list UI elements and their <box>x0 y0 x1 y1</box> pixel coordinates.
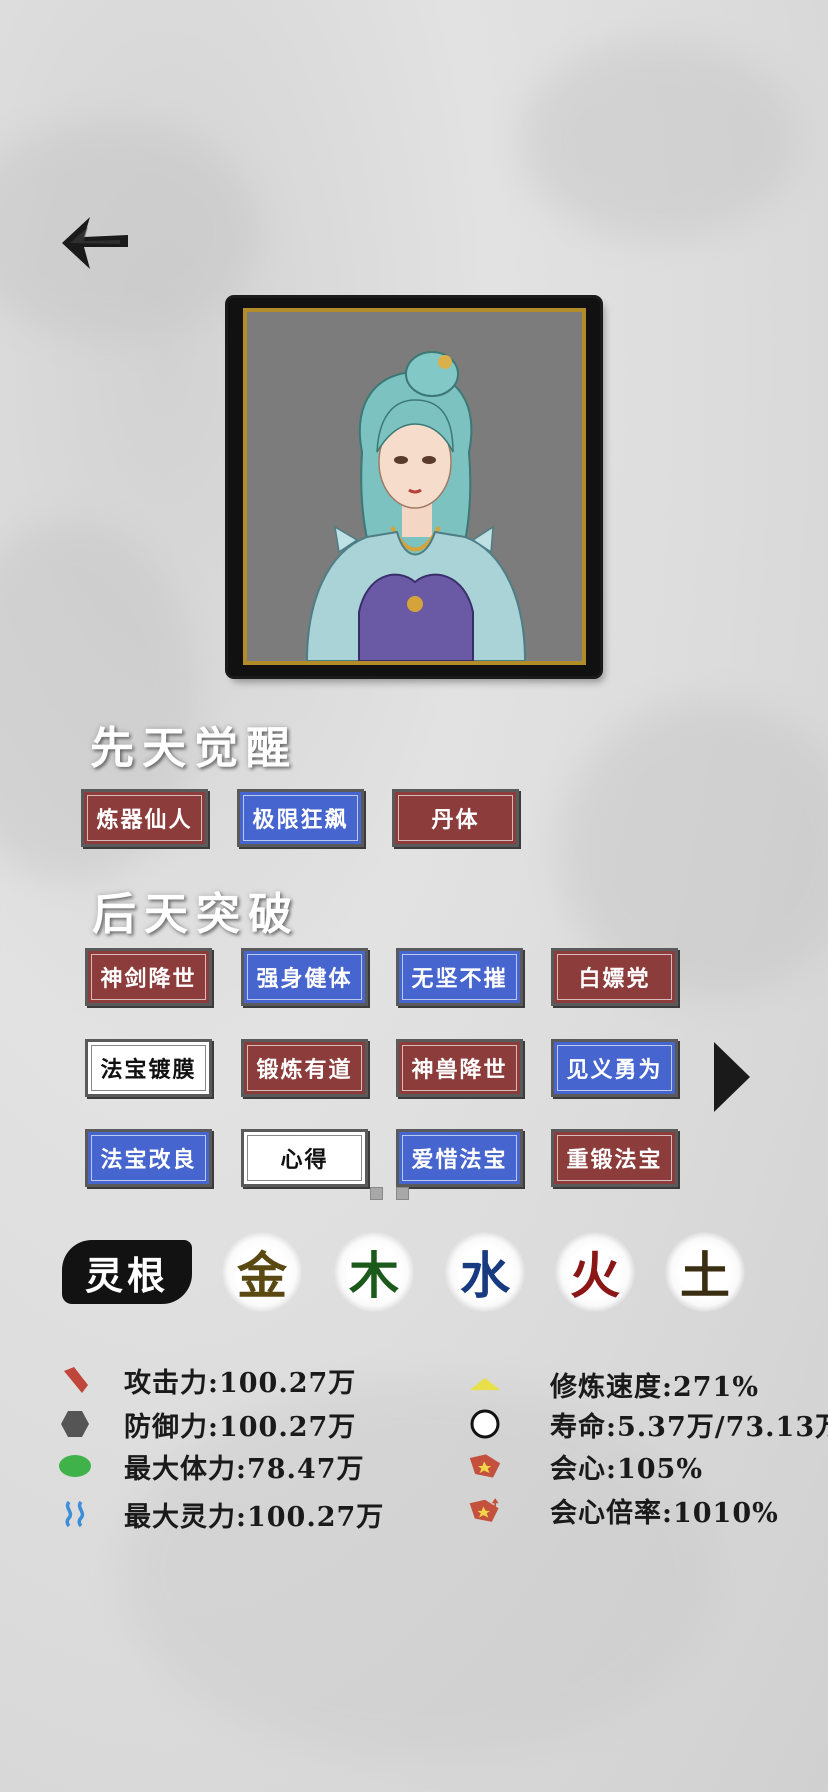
page-indicator-dot[interactable] <box>370 1187 383 1200</box>
acquired-tag[interactable]: 法宝镀膜 <box>85 1039 212 1097</box>
spirit-root-label: 灵根 <box>62 1240 192 1304</box>
innate-tag[interactable]: 炼器仙人 <box>81 789 208 847</box>
character-portrait-frame <box>228 298 600 676</box>
cultivation-speed-icon <box>468 1367 502 1401</box>
acquired-tag[interactable]: 神兽降世 <box>396 1039 523 1097</box>
acquired-tag[interactable]: 爱惜法宝 <box>396 1129 523 1187</box>
acquired-tag[interactable]: 强身健体 <box>241 948 368 1006</box>
acquired-breakthrough-title: 后天突破 <box>92 889 300 940</box>
acquired-tag[interactable]: 无坚不摧 <box>396 948 523 1006</box>
element-wood: 木 <box>334 1232 414 1312</box>
innate-tag[interactable]: 极限狂飙 <box>237 789 364 847</box>
crit-multiplier-icon <box>468 1493 502 1527</box>
stamina-icon <box>58 1449 92 1483</box>
defense-icon <box>58 1407 92 1441</box>
spirit-icon <box>58 1497 92 1531</box>
triangle-right-icon <box>714 1042 750 1112</box>
lifespan-icon <box>468 1407 502 1441</box>
character-illustration <box>305 351 527 661</box>
back-button[interactable] <box>60 215 132 271</box>
acquired-tag[interactable]: 法宝改良 <box>85 1129 212 1187</box>
background-mist <box>520 40 800 240</box>
attack-icon <box>58 1363 92 1397</box>
character-portrait <box>243 308 586 665</box>
page-indicator-dot[interactable] <box>396 1187 409 1200</box>
acquired-tag[interactable]: 神剑降世 <box>85 948 212 1006</box>
element-water: 水 <box>445 1232 525 1312</box>
acquired-tag[interactable]: 心得 <box>241 1129 368 1187</box>
next-page-button[interactable] <box>712 1040 752 1114</box>
crit-icon <box>468 1449 502 1483</box>
acquired-tag[interactable]: 重锻法宝 <box>551 1129 678 1187</box>
acquired-tag[interactable]: 见义勇为 <box>551 1039 678 1097</box>
acquired-tag[interactable]: 锻炼有道 <box>241 1039 368 1097</box>
acquired-tag[interactable]: 白嫖党 <box>551 948 678 1006</box>
element-earth: 土 <box>665 1232 745 1312</box>
back-arrow-icon <box>62 217 128 269</box>
element-metal: 金 <box>222 1232 302 1312</box>
innate-awakening-title: 先天觉醒 <box>90 723 298 774</box>
innate-tag[interactable]: 丹体 <box>392 789 519 847</box>
element-fire: 火 <box>555 1232 635 1312</box>
